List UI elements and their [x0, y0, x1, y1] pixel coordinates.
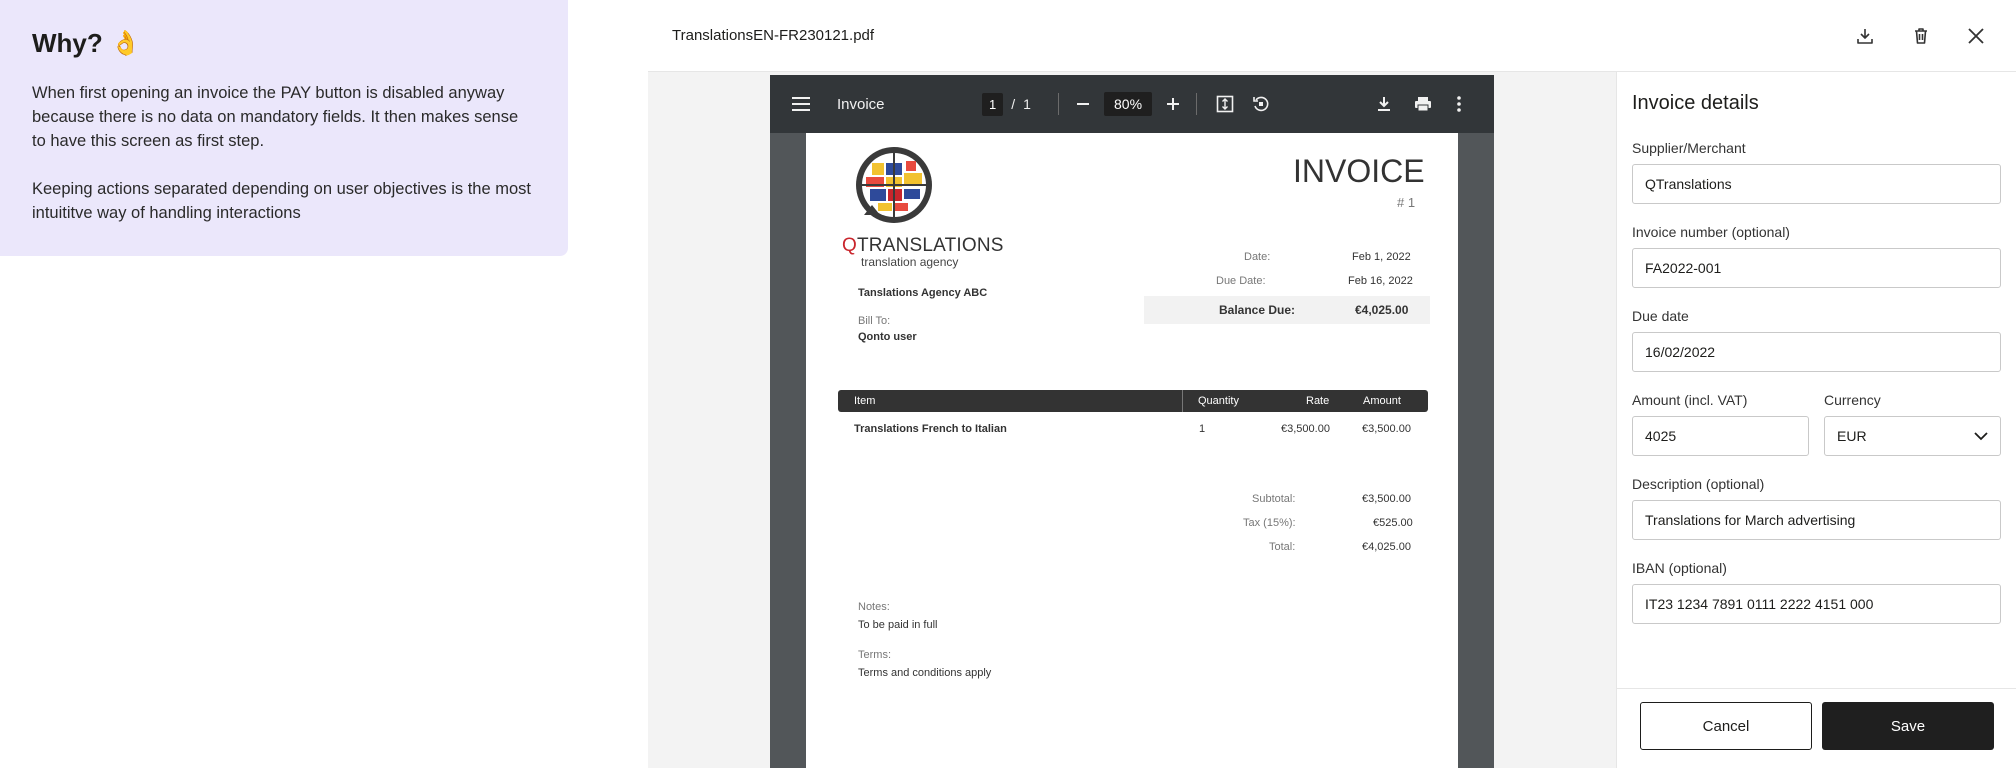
col-amount: Amount — [1363, 395, 1401, 407]
items-table-header — [838, 390, 1428, 412]
page-input[interactable]: 1 — [982, 92, 1004, 116]
description-input[interactable]: Translations for March advertising — [1632, 500, 2001, 540]
invoice-heading: INVOICE — [1293, 153, 1425, 189]
total-label: Total: — [1269, 541, 1296, 553]
ok-hand-icon: 👌 — [110, 30, 141, 57]
supplier-label: Supplier/Merchant — [1632, 140, 1746, 156]
notes-value: To be paid in full — [858, 619, 938, 631]
due-date-label: Due Date: — [1216, 275, 1266, 287]
invoice-page: QTRANSLATIONS translation agency INVOICE… — [806, 133, 1458, 768]
zoom-level[interactable]: 80% — [1104, 92, 1153, 116]
note-title: Why? 👌 — [32, 28, 536, 59]
terms-label: Terms: — [858, 649, 891, 661]
zoom-out-icon[interactable] — [1076, 75, 1090, 133]
panel-title: Invoice details — [1632, 92, 1759, 114]
logo-word-rest: TRANSLATIONS — [856, 235, 1004, 256]
invoice-number-label: Invoice number (optional) — [1632, 224, 1790, 240]
zoom-in-icon[interactable] — [1166, 75, 1180, 133]
col-quantity: Quantity — [1198, 395, 1239, 407]
tax-value: €525.00 — [1373, 517, 1413, 529]
footer-divider — [1617, 688, 2016, 689]
pdf-title: Invoice — [837, 95, 885, 113]
trash-icon[interactable] — [1907, 22, 1935, 50]
row-item: Translations French to Italian — [854, 423, 1007, 435]
menu-icon[interactable] — [792, 75, 810, 133]
zoom-wrap: 80% — [1104, 75, 1153, 133]
pdf-viewer: Invoice 1 / 1 80% QTRANSLATIONS translat… — [770, 75, 1494, 768]
page-indicator: 1 / 1 — [982, 75, 1031, 133]
subtotal-label: Subtotal: — [1252, 493, 1296, 505]
note-paragraph-2: Keeping actions separated depending on u… — [32, 180, 531, 222]
amount-input[interactable]: 4025 — [1632, 416, 1809, 456]
pdf-download-icon[interactable] — [1376, 75, 1392, 133]
download-icon[interactable] — [1851, 22, 1879, 50]
logo-q: Q — [842, 235, 857, 256]
date-value: Feb 1, 2022 — [1352, 251, 1411, 263]
toolbar-separator-2 — [1196, 75, 1197, 133]
rotate-icon[interactable] — [1252, 75, 1270, 133]
more-options-icon[interactable] — [1457, 75, 1461, 133]
terms-value: Terms and conditions apply — [858, 667, 992, 679]
currency-select[interactable]: EUR — [1824, 416, 2001, 456]
print-icon[interactable] — [1414, 75, 1432, 133]
currency-value: EUR — [1837, 428, 1867, 444]
col-divider — [1182, 390, 1183, 412]
col-item: Item — [854, 395, 876, 407]
notes-label: Notes: — [858, 601, 890, 613]
note-paragraph-1: When first opening an invoice the PAY bu… — [32, 84, 519, 150]
fit-page-icon[interactable] — [1216, 75, 1234, 133]
explanation-note: Why? 👌 When first opening an invoice the… — [0, 0, 568, 256]
description-label: Description (optional) — [1632, 476, 1765, 492]
iban-input[interactable]: IT23 1234 7891 0111 2222 4151 000 — [1632, 584, 2001, 624]
date-label: Date: — [1244, 251, 1271, 263]
row-amount: €3,500.00 — [1362, 423, 1411, 435]
note-title-text: Why? — [32, 28, 103, 58]
due-date-value: Feb 16, 2022 — [1348, 275, 1413, 287]
row-rate: €3,500.00 — [1281, 423, 1330, 435]
viewer-header: TranslationsEN-FR230121.pdf — [648, 0, 2016, 72]
row-quantity: 1 — [1199, 423, 1206, 435]
bill-to-name: Qonto user — [858, 331, 917, 343]
chevron-down-icon — [1974, 428, 1988, 444]
file-name: TranslationsEN-FR230121.pdf — [672, 27, 875, 44]
due-date-input[interactable]: 16/02/2022 — [1632, 332, 2001, 372]
subtotal-value: €3,500.00 — [1362, 493, 1411, 505]
currency-label: Currency — [1824, 392, 1881, 408]
bill-to-label: Bill To: — [858, 315, 891, 327]
invoice-number: # 1 — [1397, 195, 1416, 210]
close-icon[interactable] — [1962, 22, 1990, 50]
invoice-number-input[interactable]: FA2022-001 — [1632, 248, 2001, 288]
balance-due-label: Balance Due: — [1219, 303, 1296, 317]
logo-wordmark: QTRANSLATIONS — [842, 235, 1004, 257]
page-total: 1 — [1023, 96, 1031, 112]
pdf-toolbar: Invoice 1 / 1 80% — [770, 75, 1494, 133]
supplier-input[interactable]: QTranslations — [1632, 164, 2001, 204]
page-separator: / — [1011, 96, 1016, 112]
balance-due-value: €4,025.00 — [1355, 303, 1409, 317]
save-button[interactable]: Save — [1822, 702, 1994, 750]
cancel-button[interactable]: Cancel — [1640, 702, 1812, 750]
toolbar-separator-1 — [1058, 75, 1059, 133]
tax-label: Tax (15%): — [1243, 517, 1296, 529]
due-date-field-label: Due date — [1632, 308, 1689, 324]
amount-label: Amount (incl. VAT) — [1632, 392, 1748, 408]
invoice-details-panel: Invoice details Supplier/Merchant QTrans… — [1616, 72, 2016, 768]
total-value: €4,025.00 — [1362, 541, 1411, 553]
logo-subtitle: translation agency — [861, 255, 959, 269]
col-rate: Rate — [1306, 395, 1330, 407]
iban-label: IBAN (optional) — [1632, 560, 1727, 576]
sender-name: Tanslations Agency ABC — [858, 287, 988, 299]
page: Why? 👌 When first opening an invoice the… — [0, 0, 2016, 768]
company-logo-icon — [844, 145, 944, 238]
